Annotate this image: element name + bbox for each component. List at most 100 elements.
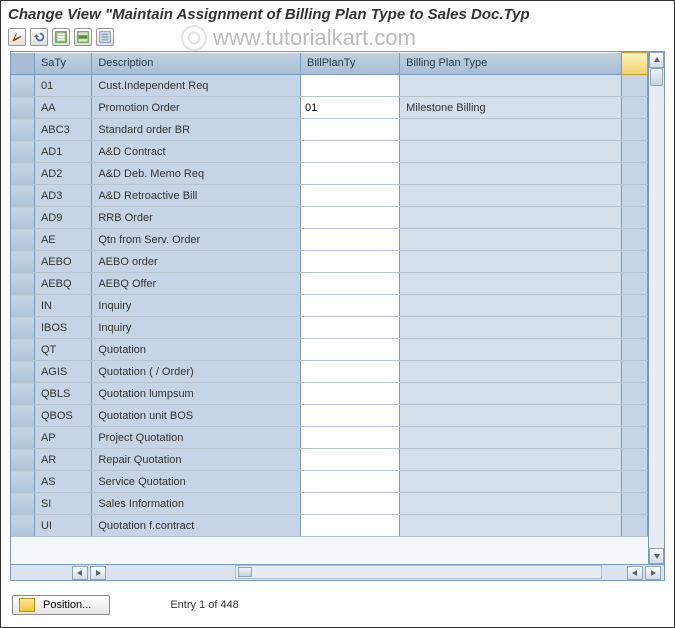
billplanty-input[interactable] [301, 405, 399, 426]
cell-billplanty[interactable] [301, 97, 400, 119]
hscroll2-right-icon[interactable] [645, 566, 661, 580]
billplanty-input[interactable] [301, 273, 399, 294]
cell-filler [621, 185, 647, 207]
scroll-down-icon[interactable] [649, 548, 664, 564]
cell-billplanty[interactable] [301, 207, 400, 229]
billplanty-input[interactable] [301, 493, 399, 514]
billplanty-input[interactable] [301, 229, 399, 250]
billplanty-input[interactable] [301, 449, 399, 470]
table-config-icon[interactable] [621, 53, 647, 75]
cell-billplanty[interactable] [301, 185, 400, 207]
cell-billplanty[interactable] [301, 317, 400, 339]
billplanty-input[interactable] [301, 75, 399, 96]
row-selector[interactable] [11, 317, 34, 339]
billplanty-input[interactable] [301, 471, 399, 492]
cell-billplanty[interactable] [301, 471, 400, 493]
row-selector[interactable] [11, 515, 34, 537]
cell-billplanty[interactable] [301, 449, 400, 471]
row-selector[interactable] [11, 449, 34, 471]
hscroll-left-icon[interactable] [72, 566, 88, 580]
cell-filler [621, 427, 647, 449]
cell-billplanty[interactable] [301, 75, 400, 97]
cell-billplanty[interactable] [301, 273, 400, 295]
select-all-icon[interactable] [52, 28, 70, 46]
position-button[interactable]: Position... [12, 595, 110, 615]
table-row: IBOS Inquiry [11, 317, 648, 339]
billplanty-input[interactable] [301, 317, 399, 338]
row-selector[interactable] [11, 251, 34, 273]
row-selector[interactable] [11, 405, 34, 427]
billplanty-input[interactable] [301, 141, 399, 162]
cell-billplanty[interactable] [301, 251, 400, 273]
billplanty-input[interactable] [301, 97, 399, 118]
row-selector-header[interactable] [11, 53, 34, 75]
cell-filler [621, 251, 647, 273]
cell-saty: AEBQ [34, 273, 91, 295]
billplanty-input[interactable] [301, 295, 399, 316]
cell-billplanty[interactable] [301, 405, 400, 427]
column-header-saty[interactable]: SaTy [34, 53, 91, 75]
hscroll-right-icon[interactable] [90, 566, 106, 580]
cell-filler [621, 361, 647, 383]
billplanty-input[interactable] [301, 251, 399, 272]
cell-saty: QBOS [34, 405, 91, 427]
cell-billplanty[interactable] [301, 515, 400, 537]
column-header-description[interactable]: Description [92, 53, 301, 75]
other-view-icon[interactable] [8, 28, 26, 46]
row-selector[interactable] [11, 471, 34, 493]
column-header-billingplantype[interactable]: Billing Plan Type [400, 53, 622, 75]
row-selector[interactable] [11, 75, 34, 97]
horizontal-scrollbar[interactable] [11, 564, 664, 580]
cell-description: Inquiry [92, 295, 301, 317]
row-selector[interactable] [11, 339, 34, 361]
row-selector[interactable] [11, 207, 34, 229]
billplanty-input[interactable] [301, 119, 399, 140]
cell-billplanty[interactable] [301, 163, 400, 185]
cell-description: Inquiry [92, 317, 301, 339]
row-selector[interactable] [11, 229, 34, 251]
row-selector[interactable] [11, 295, 34, 317]
cell-billplanty[interactable] [301, 339, 400, 361]
hscroll2-left-icon[interactable] [627, 566, 643, 580]
undo-icon[interactable] [30, 28, 48, 46]
hscroll-middle-track[interactable] [235, 565, 602, 579]
billplanty-input[interactable] [301, 515, 399, 536]
billplanty-input[interactable] [301, 185, 399, 206]
row-selector[interactable] [11, 97, 34, 119]
billplanty-input[interactable] [301, 427, 399, 448]
billplanty-input[interactable] [301, 163, 399, 184]
scroll-up-icon[interactable] [649, 52, 664, 68]
row-selector[interactable] [11, 493, 34, 515]
row-selector[interactable] [11, 119, 34, 141]
cell-saty: IN [34, 295, 91, 317]
row-selector[interactable] [11, 383, 34, 405]
row-selector[interactable] [11, 361, 34, 383]
deselect-all-icon[interactable] [96, 28, 114, 46]
cell-billplanty[interactable] [301, 383, 400, 405]
row-selector[interactable] [11, 427, 34, 449]
billplanty-input[interactable] [301, 383, 399, 404]
table-row: AEBO AEBO order [11, 251, 648, 273]
hscroll-grip[interactable] [238, 567, 252, 577]
row-selector[interactable] [11, 163, 34, 185]
table-row: AD3 A&D Retroactive Bill [11, 185, 648, 207]
cell-billplanty[interactable] [301, 295, 400, 317]
scroll-track[interactable] [649, 68, 664, 548]
table-row: IN Inquiry [11, 295, 648, 317]
row-selector[interactable] [11, 141, 34, 163]
cell-billplanty[interactable] [301, 119, 400, 141]
select-block-icon[interactable] [74, 28, 92, 46]
cell-billplanty[interactable] [301, 493, 400, 515]
cell-billplanty[interactable] [301, 361, 400, 383]
cell-billplanty[interactable] [301, 427, 400, 449]
row-selector[interactable] [11, 273, 34, 295]
billplanty-input[interactable] [301, 339, 399, 360]
vertical-scrollbar[interactable] [648, 52, 664, 564]
cell-billplanty[interactable] [301, 141, 400, 163]
column-header-billplanty[interactable]: BillPlanTy [301, 53, 400, 75]
row-selector[interactable] [11, 185, 34, 207]
scroll-thumb[interactable] [650, 68, 663, 86]
billplanty-input[interactable] [301, 207, 399, 228]
cell-billplanty[interactable] [301, 229, 400, 251]
billplanty-input[interactable] [301, 361, 399, 382]
